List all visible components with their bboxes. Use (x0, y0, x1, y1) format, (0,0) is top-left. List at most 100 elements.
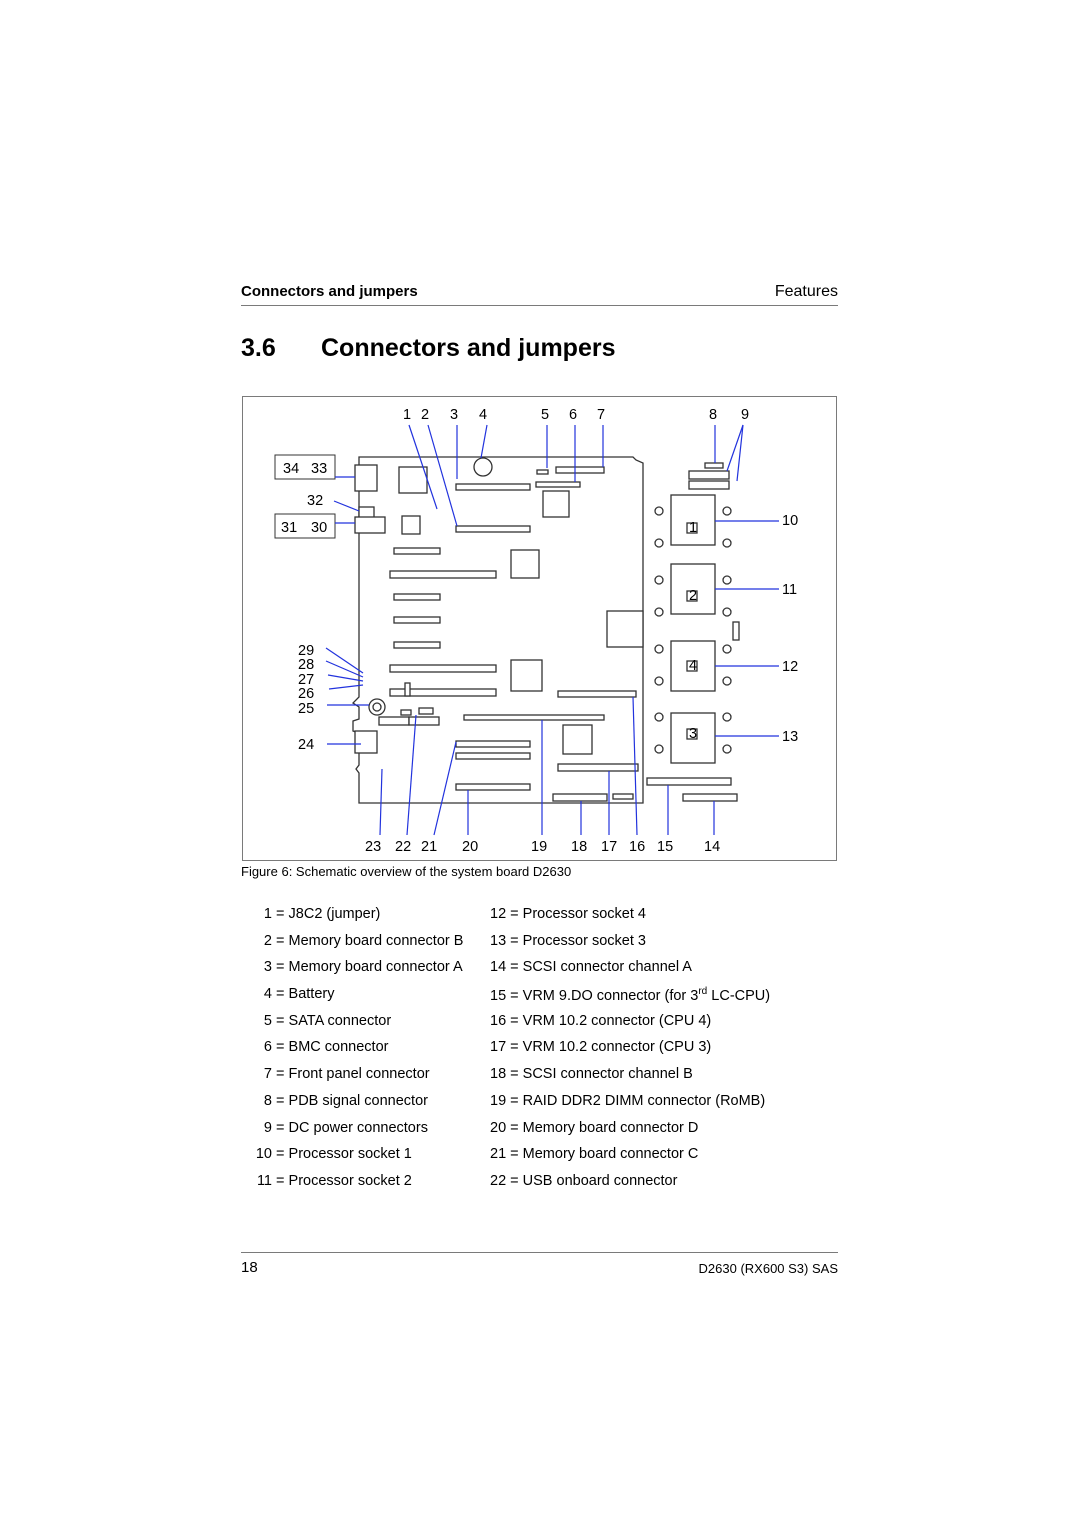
legend-item: 21 = Memory board connector C (490, 1146, 770, 1173)
connector (408, 716, 440, 726)
pci-slot (389, 570, 497, 579)
legend-item: 11 = Processor socket 2 (242, 1173, 463, 1200)
memory-connector-a (455, 483, 531, 491)
callout-31: 31 (281, 520, 297, 536)
pci-slot (393, 616, 441, 624)
socket-label-2: 2 (689, 588, 697, 604)
legend-key: 11 (256, 1172, 272, 1189)
legend-item: 5 = SATA connector (242, 1013, 463, 1040)
legend-text: = BMC connector (276, 1039, 389, 1056)
socket-label-4: 4 (689, 658, 697, 674)
legend-text: = VRM 10.2 connector (CPU 3) (510, 1039, 712, 1056)
legend-item: 4 = Battery (242, 986, 463, 1013)
legend-text: = VRM 9.DO connector (for 3 (510, 987, 699, 1004)
callout-25: 25 (298, 701, 314, 717)
legend-item: 12 = Processor socket 4 (490, 906, 770, 933)
chip (542, 490, 570, 518)
scsi-connector-b (552, 793, 608, 802)
pci-slot (393, 547, 441, 555)
connector (612, 793, 634, 800)
legend-item: 22 = USB onboard connector (490, 1173, 770, 1200)
pci-slot (389, 664, 497, 673)
usb-onboard-connector (400, 709, 412, 716)
callout-34: 34 (283, 461, 299, 477)
legend-superscript: rd (698, 986, 708, 998)
callout-11: 11 (782, 582, 797, 598)
legend-key: 3 (263, 959, 272, 976)
legend-text-after: LC-CPU) (707, 987, 771, 1004)
legend-text: = SATA connector (276, 1012, 392, 1029)
chip (401, 515, 421, 535)
legend-item: 3 = Memory board connector A (242, 959, 463, 986)
legend-key: 7 (263, 1066, 272, 1083)
callout-23: 23 (365, 839, 381, 855)
legend-item: 7 = Front panel connector (242, 1066, 463, 1093)
legend-text: = Memory board connector B (276, 932, 464, 949)
section-title: Connectors and jumpers (321, 334, 616, 362)
callout-26: 26 (298, 686, 314, 702)
memory-connector-d (455, 783, 531, 791)
legend-key: 16 (490, 1012, 507, 1029)
document-title: D2630 (RX600 S3) SAS (698, 1261, 838, 1276)
callout-6: 6 (569, 407, 577, 423)
footer-divider (241, 1252, 838, 1253)
dc-power-connector (688, 480, 730, 490)
legend-text: = DC power connectors (276, 1119, 428, 1136)
legend-text: = Processor socket 1 (276, 1146, 412, 1163)
socket-label-3: 3 (689, 726, 697, 742)
scsi-connector-a (682, 793, 738, 802)
dc-power-connector (688, 470, 730, 480)
legend-key: 4 (263, 986, 272, 1003)
callout-30: 30 (311, 520, 327, 536)
front-panel-connector (555, 466, 605, 474)
legend-text: = VRM 10.2 connector (CPU 4) (510, 1012, 712, 1029)
legend-item: 14 = SCSI connector channel A (490, 959, 770, 986)
callout-17: 17 (601, 839, 617, 855)
legend-text: = Battery (276, 986, 335, 1003)
chip (562, 724, 593, 755)
callout-22: 22 (395, 839, 411, 855)
legend-item: 10 = Processor socket 1 (242, 1146, 463, 1173)
legend-key: 20 (490, 1119, 507, 1136)
legend-text: = Front panel connector (276, 1066, 430, 1083)
callout-3: 3 (450, 407, 458, 423)
vrm-10-connector-cpu3 (557, 763, 639, 772)
legend-column-1: 1 = J8C2 (jumper) 2 = Memory board connec… (242, 906, 464, 1200)
callout-15: 15 (657, 839, 673, 855)
callout-21: 21 (421, 839, 437, 855)
legend-text: = Memory board connector D (510, 1119, 699, 1136)
callout-4: 4 (479, 407, 487, 423)
vrm-9-connector (557, 690, 637, 698)
callout-19: 19 (531, 839, 547, 855)
legend-key: 5 (263, 1012, 272, 1029)
board-outline (351, 456, 644, 804)
legend-text: = Memory board connector A (276, 959, 463, 976)
callout-7: 7 (597, 407, 605, 423)
legend-item: 8 = PDB signal connector (242, 1093, 463, 1120)
board-schematic: 1 2 4 3 1 2 3 4 5 6 7 8 9 10 11 12 13 23… (274, 407, 798, 855)
legend-item: 16 = VRM 10.2 connector (CPU 4) (490, 1013, 770, 1040)
battery (473, 457, 493, 477)
socket-label-1: 1 (689, 520, 697, 536)
callout-18: 18 (571, 839, 587, 855)
pci-slot (393, 641, 441, 649)
legend-text: = USB onboard connector (510, 1172, 678, 1189)
bmc-connector (535, 481, 581, 488)
io-port-34-33 (354, 464, 378, 492)
callout-28: 28 (298, 657, 314, 673)
legend-key: 9 (263, 1119, 272, 1136)
legend-key: 21 (490, 1146, 507, 1163)
legend-key: 15 (490, 987, 507, 1004)
legend-text: = Memory board connector C (510, 1146, 699, 1163)
page-number: 18 (241, 1259, 258, 1276)
io-port-24 (354, 730, 378, 754)
legend-key: 1 (263, 906, 272, 922)
memory-connector-c (455, 740, 531, 748)
connector (418, 707, 434, 715)
callout-13: 13 (782, 729, 798, 745)
callout-20: 20 (462, 839, 478, 855)
pci-slot (393, 593, 441, 601)
header-divider (241, 305, 838, 306)
legend-key: 8 (263, 1092, 272, 1109)
callout-9: 9 (741, 407, 749, 423)
